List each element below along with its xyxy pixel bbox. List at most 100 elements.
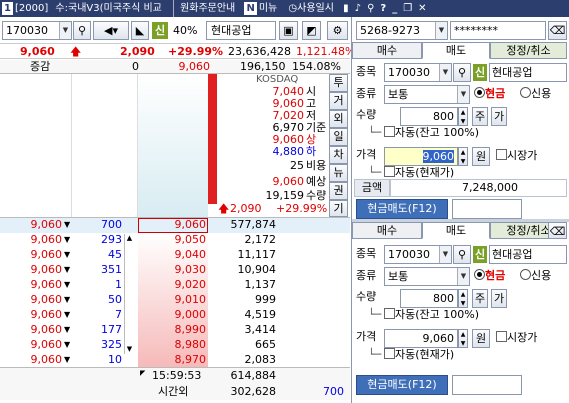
dropdown-arrow-icon[interactable]: ▼ bbox=[439, 64, 451, 81]
checkbox-icon[interactable] bbox=[384, 126, 395, 137]
lower-label: 하 bbox=[306, 146, 317, 158]
menu-link[interactable]: 원화주문안내 bbox=[173, 0, 235, 17]
help-icon[interactable]: ? bbox=[380, 0, 386, 17]
dropdown-arrow-icon[interactable]: ▼ bbox=[64, 307, 70, 322]
won-button[interactable]: 원 bbox=[472, 329, 490, 348]
type-select[interactable]: 보통 ▼ bbox=[384, 85, 470, 104]
prev-button[interactable]: ◣ bbox=[131, 21, 149, 40]
bid-price[interactable]: 8,990 bbox=[140, 322, 207, 337]
submit-extra-input[interactable] bbox=[452, 199, 522, 219]
cash-radio[interactable]: 현금 bbox=[474, 85, 505, 103]
search-button[interactable]: ⚲ bbox=[453, 63, 471, 82]
link-icon[interactable]: ⚲ bbox=[367, 0, 374, 17]
detail-price: 9,060 bbox=[30, 278, 63, 291]
minimize-icon[interactable]: _ bbox=[392, 0, 397, 17]
eraser-button[interactable]: ⌫ bbox=[548, 222, 567, 239]
vtab-broker[interactable]: 거 bbox=[329, 92, 348, 110]
bid-price[interactable]: 9,050 bbox=[140, 232, 207, 247]
radio-checked-icon[interactable] bbox=[474, 87, 485, 98]
market-price-check[interactable]: 시장가 bbox=[496, 329, 537, 347]
checkbox-icon[interactable] bbox=[496, 331, 507, 342]
price-button[interactable]: 가 bbox=[491, 289, 507, 308]
radio-checked-icon[interactable] bbox=[474, 269, 485, 280]
dropdown-arrow-icon[interactable]: ▼ bbox=[64, 217, 70, 232]
dropdown-arrow-icon[interactable]: ▼ bbox=[435, 22, 447, 39]
auto-price-check[interactable]: 자동(현재가) bbox=[384, 346, 454, 364]
chart-button[interactable]: ▣ bbox=[279, 21, 298, 40]
bid-price[interactable]: 9,010 bbox=[140, 292, 207, 307]
bid-price[interactable]: 8,970 bbox=[140, 352, 207, 367]
vtab-chart[interactable]: 차 bbox=[329, 146, 348, 164]
vtab-rights[interactable]: 권 bbox=[329, 182, 348, 200]
sell-submit-button[interactable]: 현금매도(F12) bbox=[356, 199, 448, 219]
price-spinner[interactable]: ▲ ▼ bbox=[458, 329, 468, 348]
auto-balance-check[interactable]: 자동(잔고 100%) bbox=[384, 124, 479, 142]
checkbox-icon[interactable] bbox=[496, 149, 507, 160]
vtab-foreign[interactable]: 외 bbox=[329, 110, 348, 128]
price-button[interactable]: 가 bbox=[491, 107, 507, 126]
tab-sell[interactable]: 매도 bbox=[422, 42, 490, 59]
bell-icon[interactable]: ♪ bbox=[355, 0, 361, 17]
tab-buy[interactable]: 매수 bbox=[352, 42, 422, 59]
bid-price[interactable]: 8,980 bbox=[140, 337, 207, 352]
restore-icon[interactable]: ❐ bbox=[403, 0, 412, 17]
vtab-news[interactable]: 뉴 bbox=[329, 164, 348, 182]
stock-code-input[interactable]: 170030 ▼ bbox=[2, 21, 72, 40]
dropdown-arrow-icon[interactable]: ▼ bbox=[64, 352, 70, 367]
news-n-icon[interactable]: N bbox=[244, 2, 257, 15]
code-input[interactable]: 170030 ▼ bbox=[384, 63, 452, 82]
dropdown-arrow-icon[interactable]: ▼ bbox=[64, 337, 70, 352]
bid-price[interactable]: 9,020 bbox=[140, 277, 207, 292]
password-input[interactable]: ******** bbox=[450, 21, 546, 40]
margin-rate: 40% bbox=[173, 24, 198, 37]
pin-icon[interactable]: ▮ bbox=[343, 0, 349, 17]
dropdown-arrow-icon[interactable]: ▼ bbox=[64, 262, 70, 277]
dropdown-arrow-icon[interactable]: ▼ bbox=[439, 246, 451, 263]
bid-price[interactable]: 9,040 bbox=[140, 247, 207, 262]
tab-modify[interactable]: 정정/취소 bbox=[490, 42, 567, 59]
news-label[interactable]: 미뉴 bbox=[259, 0, 277, 17]
won-button[interactable]: 원 bbox=[472, 147, 490, 166]
close-icon[interactable]: ✕ bbox=[418, 0, 426, 17]
credit-radio[interactable]: 신용 bbox=[520, 85, 551, 103]
link-button[interactable]: ◩ bbox=[302, 21, 321, 40]
checkbox-icon[interactable] bbox=[384, 348, 395, 359]
search-button[interactable]: ⚲ bbox=[453, 245, 471, 264]
dropdown-arrow-icon[interactable]: ▼ bbox=[64, 322, 70, 337]
dropdown-arrow-icon[interactable]: ▼ bbox=[457, 86, 469, 103]
account-select[interactable]: 5268-9273 ▼ bbox=[356, 21, 448, 40]
auto-balance-check[interactable]: 자동(잔고 100%) bbox=[384, 306, 479, 324]
vtab-daily[interactable]: 일 bbox=[329, 128, 348, 146]
vtab-etc[interactable]: 기 bbox=[329, 200, 348, 217]
market-price-check[interactable]: 시장가 bbox=[496, 147, 537, 165]
bid-price[interactable]: 9,000 bbox=[140, 307, 207, 322]
bid-price[interactable]: 9,030 bbox=[140, 262, 207, 277]
search-button[interactable]: ⚲ bbox=[73, 21, 91, 40]
vtab-investor[interactable]: 투 bbox=[329, 74, 348, 92]
dropdown-arrow-icon[interactable]: ▼ bbox=[64, 247, 70, 262]
checkbox-icon[interactable] bbox=[384, 308, 395, 319]
sell-submit-button[interactable]: 현금매도(F12) bbox=[356, 375, 448, 395]
dropdown-arrow-icon[interactable]: ▼ bbox=[64, 277, 70, 292]
tab-buy[interactable]: 매수 bbox=[352, 222, 422, 239]
price-spinner[interactable]: ▲ ▼ bbox=[458, 147, 468, 166]
dropdown-arrow-icon[interactable]: ▼ bbox=[59, 22, 71, 39]
credit-radio[interactable]: 신용 bbox=[520, 267, 551, 285]
cash-radio[interactable]: 현금 bbox=[474, 267, 505, 285]
dropdown-arrow-icon[interactable]: ▼ bbox=[64, 232, 70, 247]
radio-icon[interactable] bbox=[520, 269, 531, 280]
radio-icon[interactable] bbox=[520, 87, 531, 98]
type-select[interactable]: 보통 ▼ bbox=[384, 267, 470, 286]
eraser-button[interactable]: ⌫ bbox=[548, 21, 567, 40]
dropdown-arrow-icon[interactable]: ▼ bbox=[64, 292, 70, 307]
checkbox-icon[interactable] bbox=[384, 166, 395, 177]
dropdown-arrow-icon[interactable]: ▼ bbox=[457, 268, 469, 285]
code-input[interactable]: 170030 ▼ bbox=[384, 245, 452, 264]
settings-button[interactable]: ⚙ bbox=[327, 21, 348, 40]
submit-extra-input[interactable] bbox=[452, 375, 522, 395]
bid-price[interactable]: 9,060 bbox=[140, 217, 207, 232]
sound-button[interactable]: ◀▾ bbox=[93, 21, 129, 40]
link-icon: ◩ bbox=[306, 24, 317, 37]
tab-sell[interactable]: 매도 bbox=[422, 222, 490, 239]
bid-volume: 3,414 bbox=[244, 323, 277, 336]
